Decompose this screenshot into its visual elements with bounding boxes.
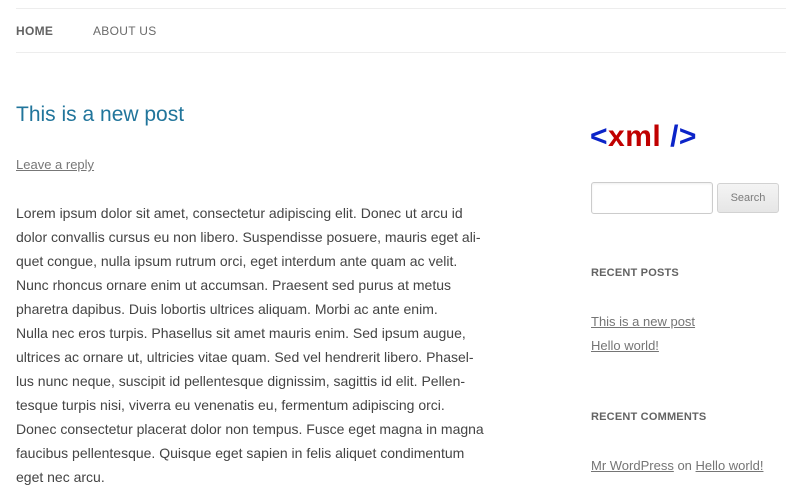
post-content-line: Nulla nec eros turpis. Phasellus sit ame… <box>16 325 466 341</box>
recent-post-link[interactable]: Hello world! <box>591 338 659 353</box>
post-title[interactable]: This is a new post <box>16 103 184 127</box>
comment-connector: on <box>677 458 692 473</box>
list-item: Hello world! <box>591 334 695 358</box>
post-content-line: tesque turpis nisi, viverra eu venenatis… <box>16 397 445 413</box>
list-item: Mr WordPress on Hello world! <box>591 454 763 478</box>
site-logo[interactable]: <xml /> <box>590 120 697 154</box>
post-content-line: Nunc rhoncus ornare enim ut accumsan. Pr… <box>16 277 451 293</box>
nav-item-home[interactable]: HOME <box>16 24 53 38</box>
search-input[interactable] <box>591 182 713 214</box>
search-button[interactable]: Search <box>717 183 779 213</box>
logo-close-bracket: /> <box>670 120 697 153</box>
recent-comments-title: RECENT COMMENTS <box>591 411 707 423</box>
post-content: Lorem ipsum dolor sit amet, consectetur … <box>16 201 524 489</box>
nav-item-about-us[interactable]: ABOUT US <box>93 24 157 38</box>
post-content-line: dolor convallis cursus eu non libero. Su… <box>16 229 481 245</box>
post-content-line: faucibus pellentesque. Quisque eget sapi… <box>16 445 465 461</box>
list-item: This is a new post <box>591 310 695 334</box>
post-content-line: ultrices ac ornare ut, ultricies vitae q… <box>16 349 474 365</box>
post-content-line: eget nec arcu. <box>16 469 105 485</box>
post-content-line: lus nunc neque, suscipit id pellentesque… <box>16 373 466 389</box>
post-content-line: pharetra dapibus. Duis lobortis ultrices… <box>16 301 438 317</box>
recent-posts-list: This is a new post Hello world! <box>591 310 695 358</box>
main-navigation: HOME ABOUT US <box>16 8 786 53</box>
post-content-line: Lorem ipsum dolor sit amet, consectetur … <box>16 205 463 221</box>
recent-comments-list: Mr WordPress on Hello world! <box>591 454 763 478</box>
logo-open-bracket: < <box>590 120 609 153</box>
comment-author-link[interactable]: Mr WordPress <box>591 458 674 473</box>
recent-posts-title: RECENT POSTS <box>591 267 679 279</box>
leave-a-reply-link[interactable]: Leave a reply <box>16 157 94 172</box>
recent-post-link[interactable]: This is a new post <box>591 314 695 329</box>
post-content-line: Donec consectetur placerat dolor non tem… <box>16 421 484 437</box>
post-content-line: quet congue, nulla ipsum rutrum orci, eg… <box>16 253 458 269</box>
comment-post-link[interactable]: Hello world! <box>696 458 764 473</box>
logo-text: xml <box>608 120 662 153</box>
